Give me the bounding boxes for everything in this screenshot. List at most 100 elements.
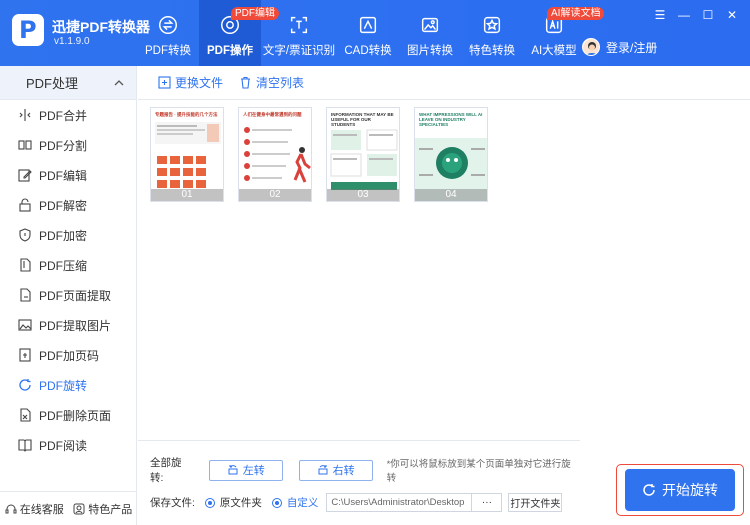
nav-ocr[interactable]: 文字/票证识别 [261, 0, 337, 66]
radio-custom-folder[interactable] [271, 497, 282, 508]
avatar-icon [583, 39, 599, 55]
page-preview [330, 129, 398, 190]
nav-ai[interactable]: AI解读文档 AI大模型 [523, 0, 605, 66]
page-thumbnail[interactable]: INFORMATION THAT MAY BE USEFUL FOR OUR S… [326, 107, 400, 202]
nav-label: AI大模型 [531, 45, 577, 57]
rotate-left-label: 左转 [242, 465, 265, 477]
nav-pdf-operate[interactable]: PDF编辑 PDF操作 [199, 0, 279, 66]
nav-special[interactable]: 特色转换 [461, 0, 523, 66]
sidebar-header[interactable]: PDF处理 [0, 66, 136, 100]
unlock-icon [19, 198, 31, 212]
sidebar-item-page-number[interactable]: PDF加页码 [0, 340, 136, 370]
avatar [582, 38, 600, 56]
main-panel: 更换文件 清空列表 专题报告 · 提升技能的几个方法 01 人们在健身中最常遇到… [138, 66, 750, 525]
online-service-button[interactable]: 在线客服 [5, 501, 64, 517]
nav-label: PDF转换 [145, 45, 191, 57]
login-button[interactable]: 登录/注册 [582, 38, 657, 56]
page-number: 02 [239, 189, 311, 201]
app-name: 迅捷PDF转换器 [52, 19, 150, 35]
sidebar-item-label: PDF加密 [39, 228, 88, 243]
rotate-icon [19, 379, 31, 391]
page-thumbnail[interactable]: 人们在健身中最常遇到的问题 02 [238, 107, 312, 202]
page-number: 01 [151, 189, 223, 201]
maximize-icon[interactable]: ☐ [700, 8, 716, 22]
sidebar-item-edit[interactable]: PDF编辑 [0, 160, 136, 190]
page-number: 04 [415, 189, 487, 201]
trash-icon [241, 76, 251, 89]
menu-icon[interactable]: ☰ [652, 8, 668, 22]
headset-icon [5, 504, 17, 513]
sidebar-item-label: PDF解密 [39, 198, 88, 213]
rotate-right-button[interactable]: 右转 [298, 459, 373, 481]
nav-label: 图片转换 [407, 45, 453, 57]
sidebar-item-label: PDF提取图片 [39, 318, 112, 333]
radio-original-folder[interactable] [204, 497, 215, 508]
page-thumbnail[interactable]: 专题报告 · 提升技能的几个方法 01 [150, 107, 224, 202]
top-bar: P 迅捷PDF转换器 v1.1.9.0 PDF转换 PDF编辑 PDF操作 文字… [0, 0, 750, 66]
sidebar-item-encrypt[interactable]: PDF加密 [0, 220, 136, 250]
replace-file-label: 更换文件 [175, 76, 224, 90]
nav-image[interactable]: 图片转换 [399, 0, 461, 66]
sidebar-item-label: PDF页面提取 [39, 288, 112, 303]
sidebar-item-read[interactable]: PDF阅读 [0, 430, 136, 460]
original-folder-label: 原文件夹 [219, 497, 262, 509]
sidebar-item-delete-page[interactable]: PDF删除页面 [0, 400, 136, 430]
image-icon [421, 17, 439, 33]
sidebar-item-merge[interactable]: PDF合并 [0, 100, 136, 130]
read-icon [18, 439, 32, 452]
save-path-field[interactable]: C:\Users\Administrator\Desktop [326, 493, 473, 512]
nav-label: 特色转换 [469, 45, 515, 57]
page-preview [155, 122, 221, 188]
start-rotate-button[interactable]: 开始旋转 [625, 469, 735, 511]
sidebar-item-rotate[interactable]: PDF旋转 [0, 370, 136, 400]
rotate-row: 全部旋转: 左转 右转 *你可以将鼠标放到某个页面单独对它进行旋转 [150, 455, 580, 485]
sidebar-item-extract-page[interactable]: PDF页面提取 [0, 280, 136, 310]
nav-label: PDF操作 [207, 45, 253, 57]
main-nav: PDF转换 PDF编辑 PDF操作 文字/票证识别 CAD转换 图片转换 特色转… [137, 0, 605, 66]
cad-icon [359, 16, 377, 34]
page-thumbnail[interactable]: WHAT IMPRESSIONS WILL AI LEAVE ON INDUST… [414, 107, 488, 202]
sidebar-item-label: PDF编辑 [39, 168, 88, 183]
sidebar-item-split[interactable]: PDF分割 [0, 130, 136, 160]
window-controls: ☰ — ☐ ✕ [652, 8, 740, 22]
chevron-up-icon [114, 79, 124, 85]
page-number: 03 [327, 189, 399, 201]
rotate-left-button[interactable]: 左转 [208, 459, 283, 481]
minimize-icon[interactable]: — [676, 8, 692, 22]
rotate-all-label: 全部旋转: [150, 457, 182, 484]
options-panel: 全部旋转: 左转 右转 *你可以将鼠标放到某个页面单独对它进行旋转 保存文件: … [138, 440, 580, 525]
rotate-hint: *你可以将鼠标放到某个页面单独对它进行旋转 [386, 459, 571, 484]
rotate-right-label: 右转 [332, 465, 355, 477]
refresh-icon [643, 484, 655, 496]
sidebar-item-unlock[interactable]: PDF解密 [0, 190, 136, 220]
rotate-left-icon [228, 465, 238, 475]
ai-badge: AI解读文档 [547, 7, 605, 20]
split-icon [18, 140, 32, 150]
nav-cad[interactable]: CAD转换 [337, 0, 399, 66]
delete-page-icon [20, 408, 31, 422]
sidebar-item-label: PDF阅读 [39, 438, 88, 453]
pdf-convert-icon [159, 16, 177, 34]
close-icon[interactable]: ✕ [724, 8, 740, 22]
start-button-highlight: 开始旋转 [616, 464, 744, 516]
extract-page-icon [20, 288, 31, 302]
featured-products-button[interactable]: 特色产品 [73, 501, 132, 517]
login-label: 登录/注册 [606, 40, 658, 55]
browse-button[interactable]: ··· [472, 493, 503, 512]
nav-pdf-convert[interactable]: PDF转换 [137, 0, 199, 66]
save-file-label: 保存文件: [150, 497, 195, 509]
add-file-icon [158, 76, 171, 89]
replace-file-button[interactable]: 更换文件 [158, 74, 223, 91]
start-rotate-label: 开始旋转 [662, 482, 718, 498]
merge-icon [19, 109, 31, 121]
sidebar-item-label: PDF删除页面 [39, 408, 112, 423]
clear-list-button[interactable]: 清空列表 [239, 74, 304, 91]
sidebar-item-compress[interactable]: PDF压缩 [0, 250, 136, 280]
compress-icon [20, 258, 31, 272]
open-folder-button[interactable]: 打开文件夹 [508, 493, 563, 512]
save-row: 保存文件: 原文件夹 自定义 C:\Users\Administrator\De… [150, 493, 563, 512]
file-toolbar: 更换文件 清空列表 [138, 66, 750, 100]
sidebar-item-label: PDF加页码 [39, 348, 100, 363]
sidebar-item-extract-image[interactable]: PDF提取图片 [0, 310, 136, 340]
logo-letter: P [19, 16, 37, 44]
